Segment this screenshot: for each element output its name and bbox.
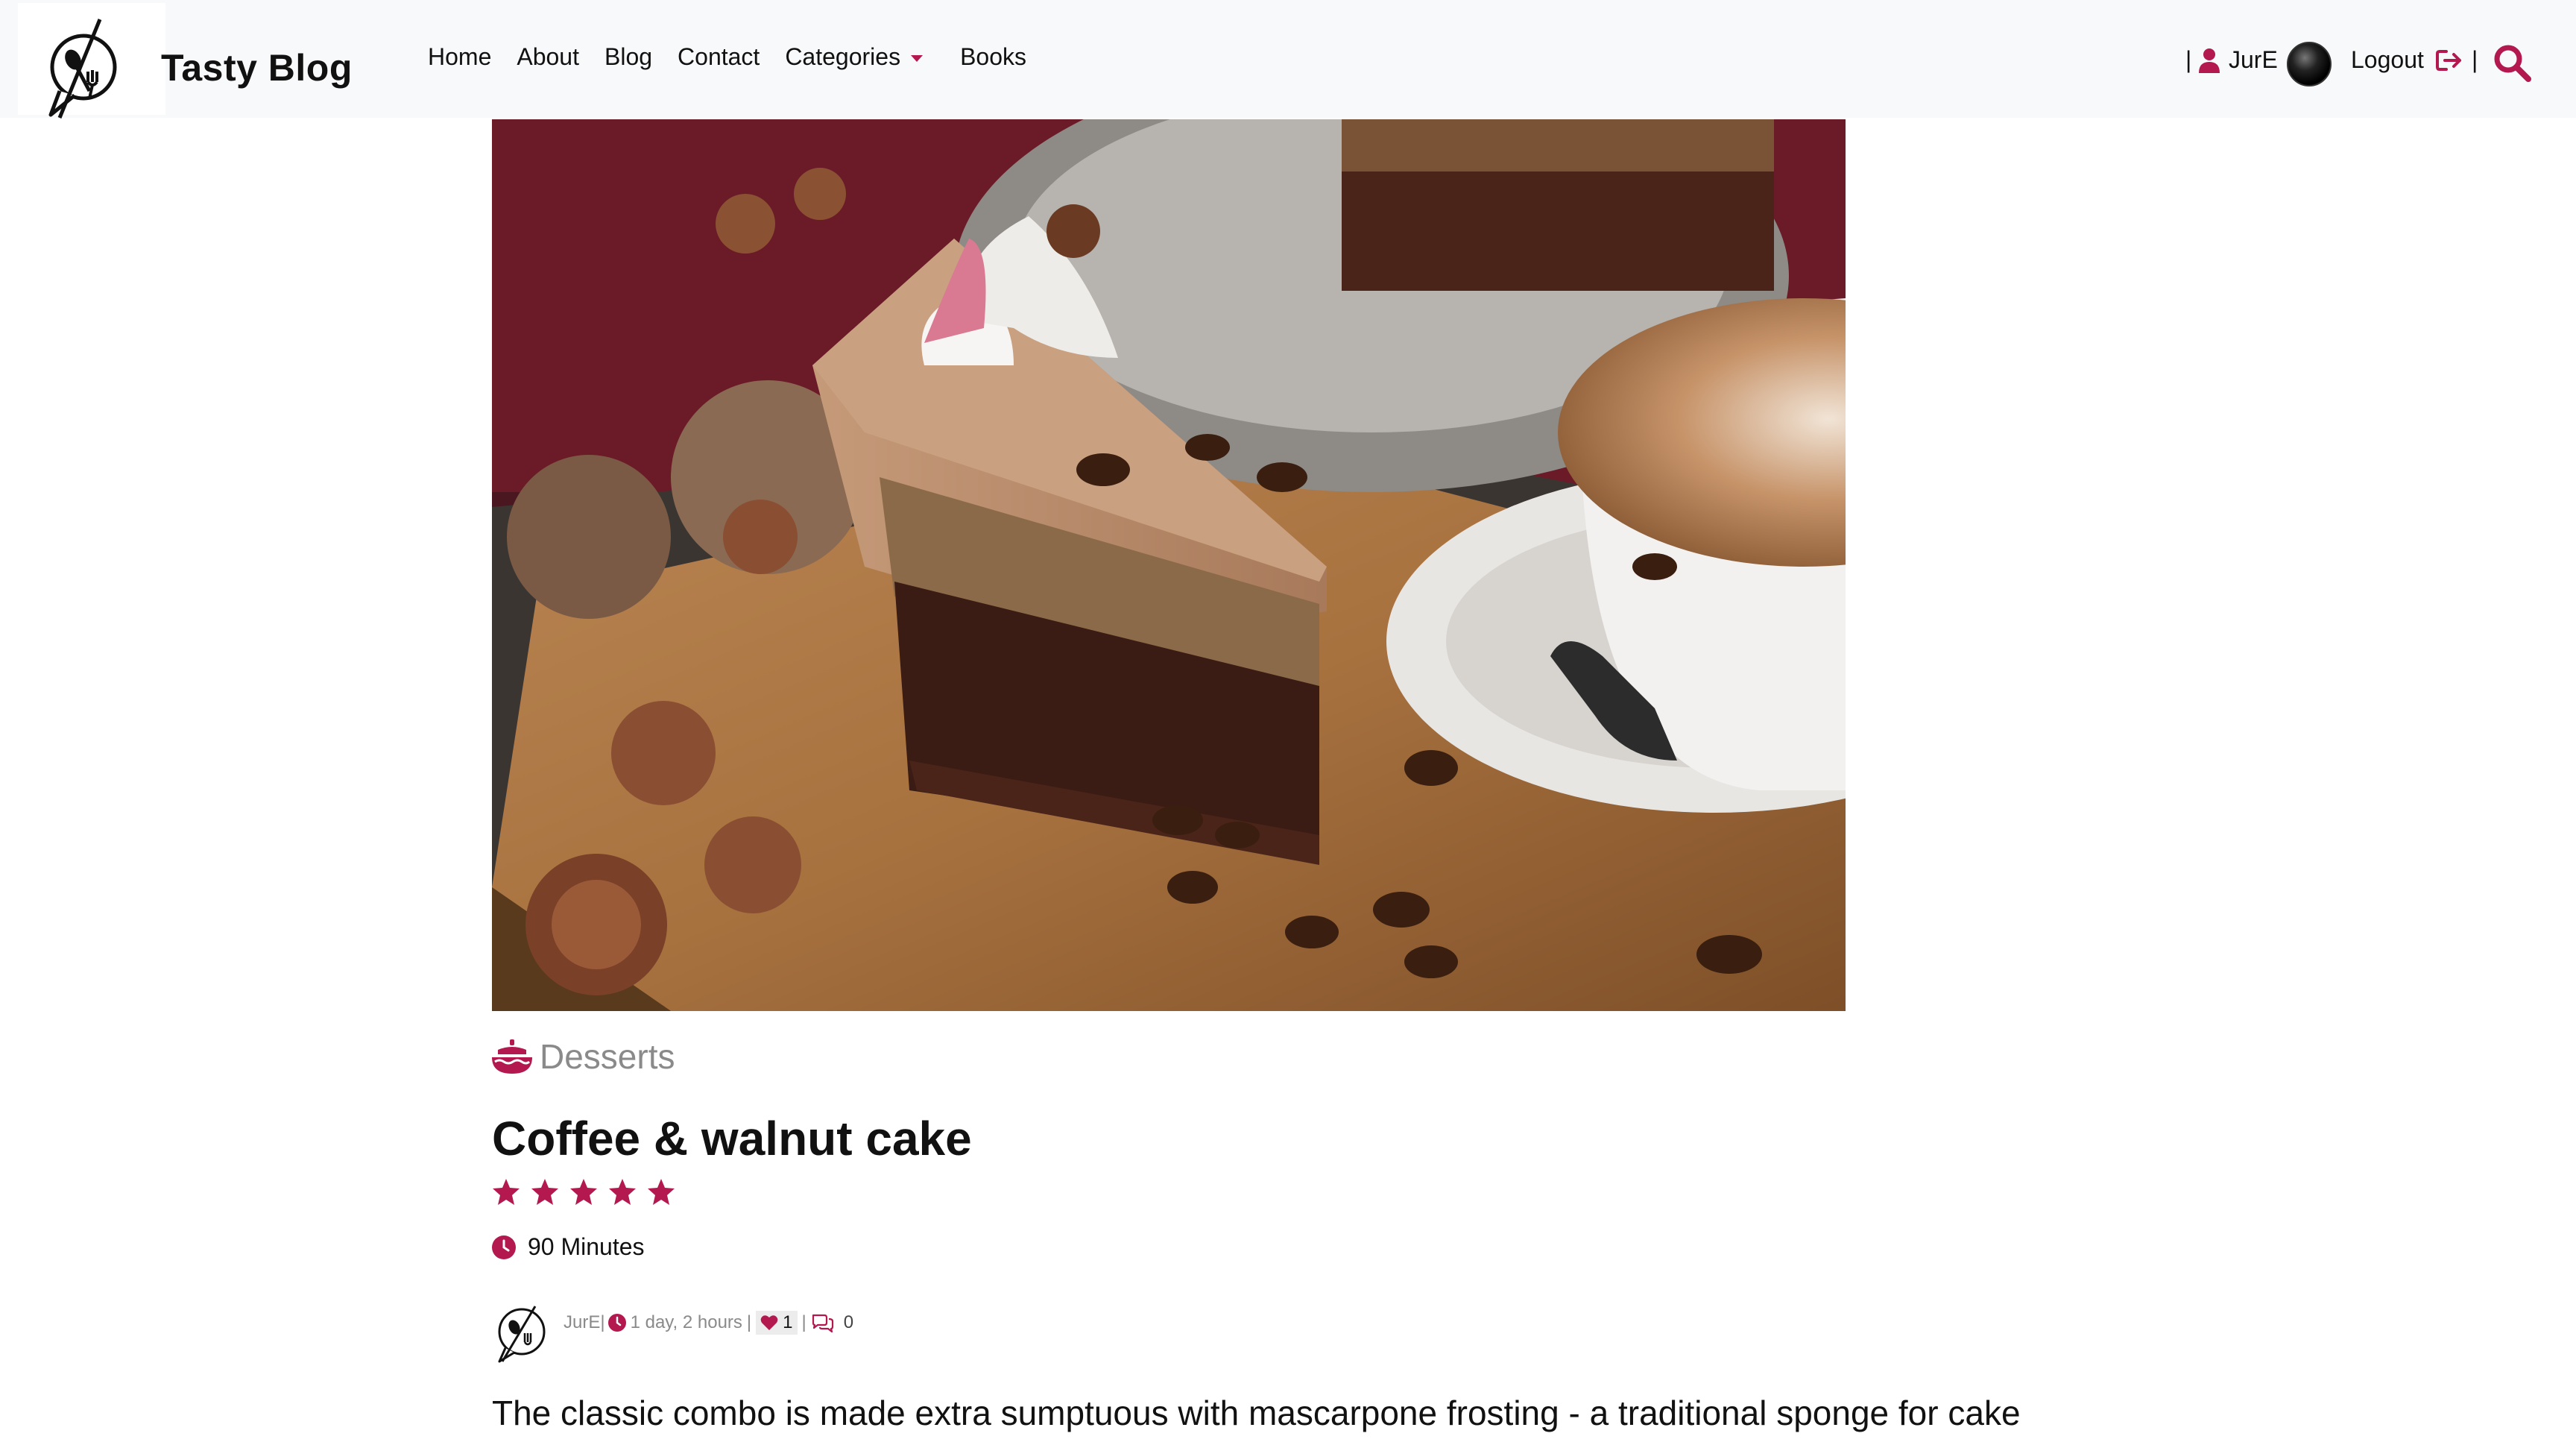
author-name[interactable]: JurE	[564, 1312, 600, 1333]
cake-photo	[492, 119, 1846, 1011]
nav-about[interactable]: About	[517, 43, 579, 71]
cook-time: 90 Minutes	[492, 1233, 645, 1261]
separator: |	[2185, 46, 2192, 73]
search-icon[interactable]	[2493, 43, 2531, 82]
cake-icon	[492, 1039, 532, 1074]
nav-books[interactable]: Books	[960, 43, 1026, 71]
separator: |	[801, 1312, 806, 1332]
category-label: Desserts	[540, 1037, 675, 1076]
comment-icon[interactable]	[811, 1313, 835, 1332]
comment-count: 0	[843, 1312, 854, 1332]
nav-blog[interactable]: Blog	[604, 43, 652, 71]
navbar: Tasty Blog Home About Blog Contact Categ…	[0, 0, 2576, 119]
posted-time: 1 day, 2 hours	[630, 1312, 742, 1332]
post-category[interactable]: Desserts	[492, 1036, 675, 1077]
star-icon	[648, 1179, 675, 1205]
main-nav: Home About Blog Contact Categories Books	[428, 43, 1052, 71]
clock-icon	[607, 1314, 626, 1332]
meta-line: JurE | 1 day, 2 hours | 1 | 0	[564, 1311, 853, 1335]
star-icon	[570, 1179, 597, 1205]
separator: |	[600, 1312, 605, 1332]
rating	[492, 1178, 686, 1206]
user-icon	[2199, 48, 2220, 73]
clock-icon	[492, 1235, 516, 1259]
like-button[interactable]: 1	[756, 1311, 798, 1335]
post-excerpt: The classic combo is made extra sumptuou…	[492, 1394, 2021, 1432]
star-icon	[493, 1179, 520, 1205]
logout-icon[interactable]	[2436, 49, 2463, 72]
post-title: Coffee & walnut cake	[492, 1112, 972, 1165]
chevron-down-icon	[911, 55, 924, 62]
like-count: 1	[783, 1312, 793, 1332]
avatar[interactable]	[2287, 42, 2332, 86]
post-meta: JurE | 1 day, 2 hours | 1 | 0	[492, 1303, 1014, 1363]
logout-link[interactable]: Logout	[2351, 46, 2424, 74]
author-avatar[interactable]	[492, 1303, 552, 1363]
nav-categories-label: Categories	[785, 43, 901, 70]
brand-link[interactable]: Tasty Blog	[18, 3, 352, 119]
star-icon	[609, 1179, 636, 1205]
nav-categories-dropdown[interactable]: Categories	[785, 43, 924, 71]
heart-icon	[760, 1315, 778, 1330]
post-hero-image	[492, 119, 1846, 1011]
brand-name: Tasty Blog	[161, 47, 353, 89]
star-icon	[531, 1179, 558, 1205]
nav-home[interactable]: Home	[428, 43, 491, 71]
logo-icon	[48, 19, 117, 119]
cook-time-label: 90 Minutes	[528, 1233, 645, 1260]
user-name-link[interactable]: JurE	[2229, 46, 2278, 74]
nav-contact[interactable]: Contact	[678, 43, 760, 71]
separator: |	[746, 1312, 752, 1332]
separator: |	[2472, 46, 2478, 73]
